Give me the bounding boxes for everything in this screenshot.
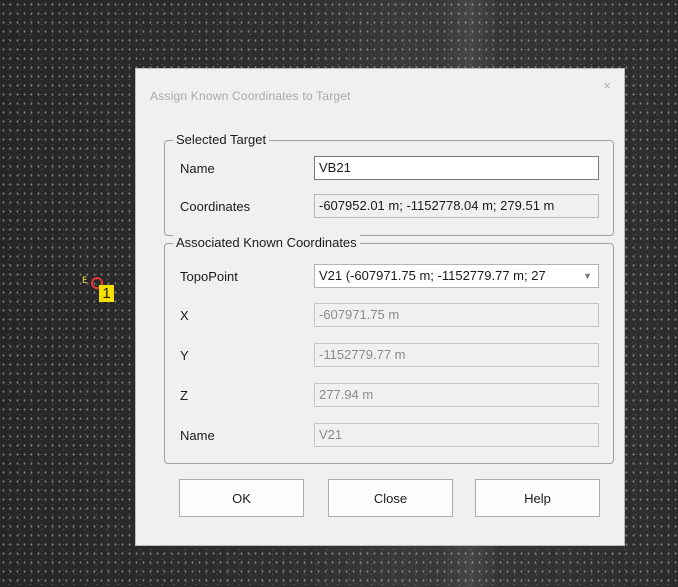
- target-coordinates-field[interactable]: -607952.01 m; -1152778.04 m; 279.51 m: [314, 194, 599, 218]
- dialog-title: Assign Known Coordinates to Target: [150, 89, 351, 103]
- x-field: -607971.75 m: [314, 303, 599, 327]
- known-name-label: Name: [180, 428, 215, 443]
- known-coordinates-group: Associated Known Coordinates TopoPoint V…: [164, 235, 614, 464]
- close-button[interactable]: Close: [328, 479, 453, 517]
- topopoint-label: TopoPoint: [180, 269, 238, 284]
- selected-target-group: Selected Target Name VB21 Coordinates -6…: [164, 132, 614, 236]
- z-label: Z: [180, 388, 188, 403]
- chevron-down-icon[interactable]: ▼: [583, 265, 592, 287]
- y-label: Y: [180, 348, 189, 363]
- x-label: X: [180, 308, 189, 323]
- ok-button[interactable]: OK: [179, 479, 304, 517]
- target-marker[interactable]: E 1: [82, 276, 122, 306]
- topopoint-dropdown[interactable]: V21 (-607971.75 m; -1152779.77 m; 27 ▼: [314, 264, 599, 288]
- target-number-badge: 1: [99, 285, 114, 302]
- topopoint-selected-value: V21 (-607971.75 m; -1152779.77 m; 27: [319, 268, 546, 283]
- help-button[interactable]: Help: [475, 479, 600, 517]
- target-name-input[interactable]: VB21: [314, 156, 599, 180]
- target-marker-letter: E: [82, 276, 88, 286]
- known-name-field: V21: [314, 423, 599, 447]
- known-coordinates-legend: Associated Known Coordinates: [173, 235, 360, 250]
- selected-target-legend: Selected Target: [173, 132, 270, 147]
- target-name-label: Name: [180, 161, 215, 176]
- z-field: 277.94 m: [314, 383, 599, 407]
- target-coordinates-label: Coordinates: [180, 199, 251, 214]
- y-field: -1152779.77 m: [314, 343, 599, 367]
- close-icon[interactable]: ×: [598, 77, 616, 95]
- assign-known-coordinates-dialog: Assign Known Coordinates to Target × Sel…: [135, 68, 625, 546]
